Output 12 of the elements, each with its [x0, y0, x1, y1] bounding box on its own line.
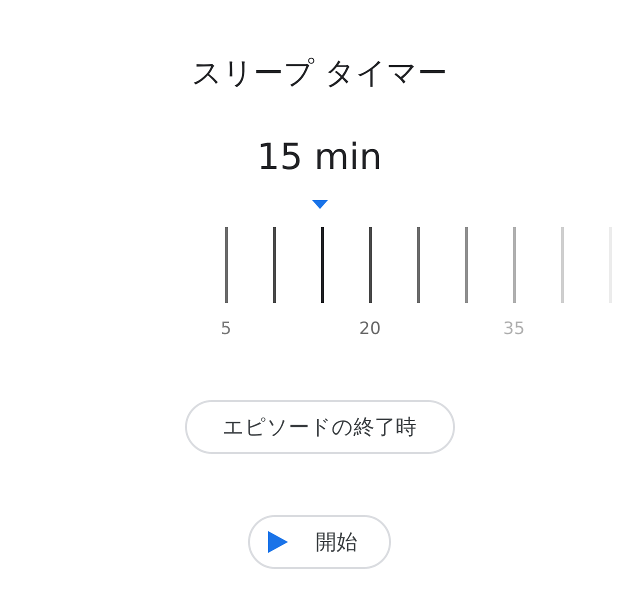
duration-value: 15 min: [256, 136, 382, 180]
pointer-icon: [312, 200, 328, 209]
scale-tick[interactable]: [368, 227, 372, 303]
start-button[interactable]: 開始: [248, 515, 391, 569]
scale-tick[interactable]: [272, 227, 276, 303]
scale-tick[interactable]: [320, 227, 324, 303]
play-icon: [268, 531, 288, 553]
timer-title: スリープ タイマー: [192, 55, 448, 93]
scale-label: 5: [220, 318, 232, 340]
end-of-episode-button[interactable]: エピソードの終了時: [184, 400, 454, 454]
scale-label: 35: [503, 318, 525, 340]
scale-label: 20: [359, 318, 381, 340]
